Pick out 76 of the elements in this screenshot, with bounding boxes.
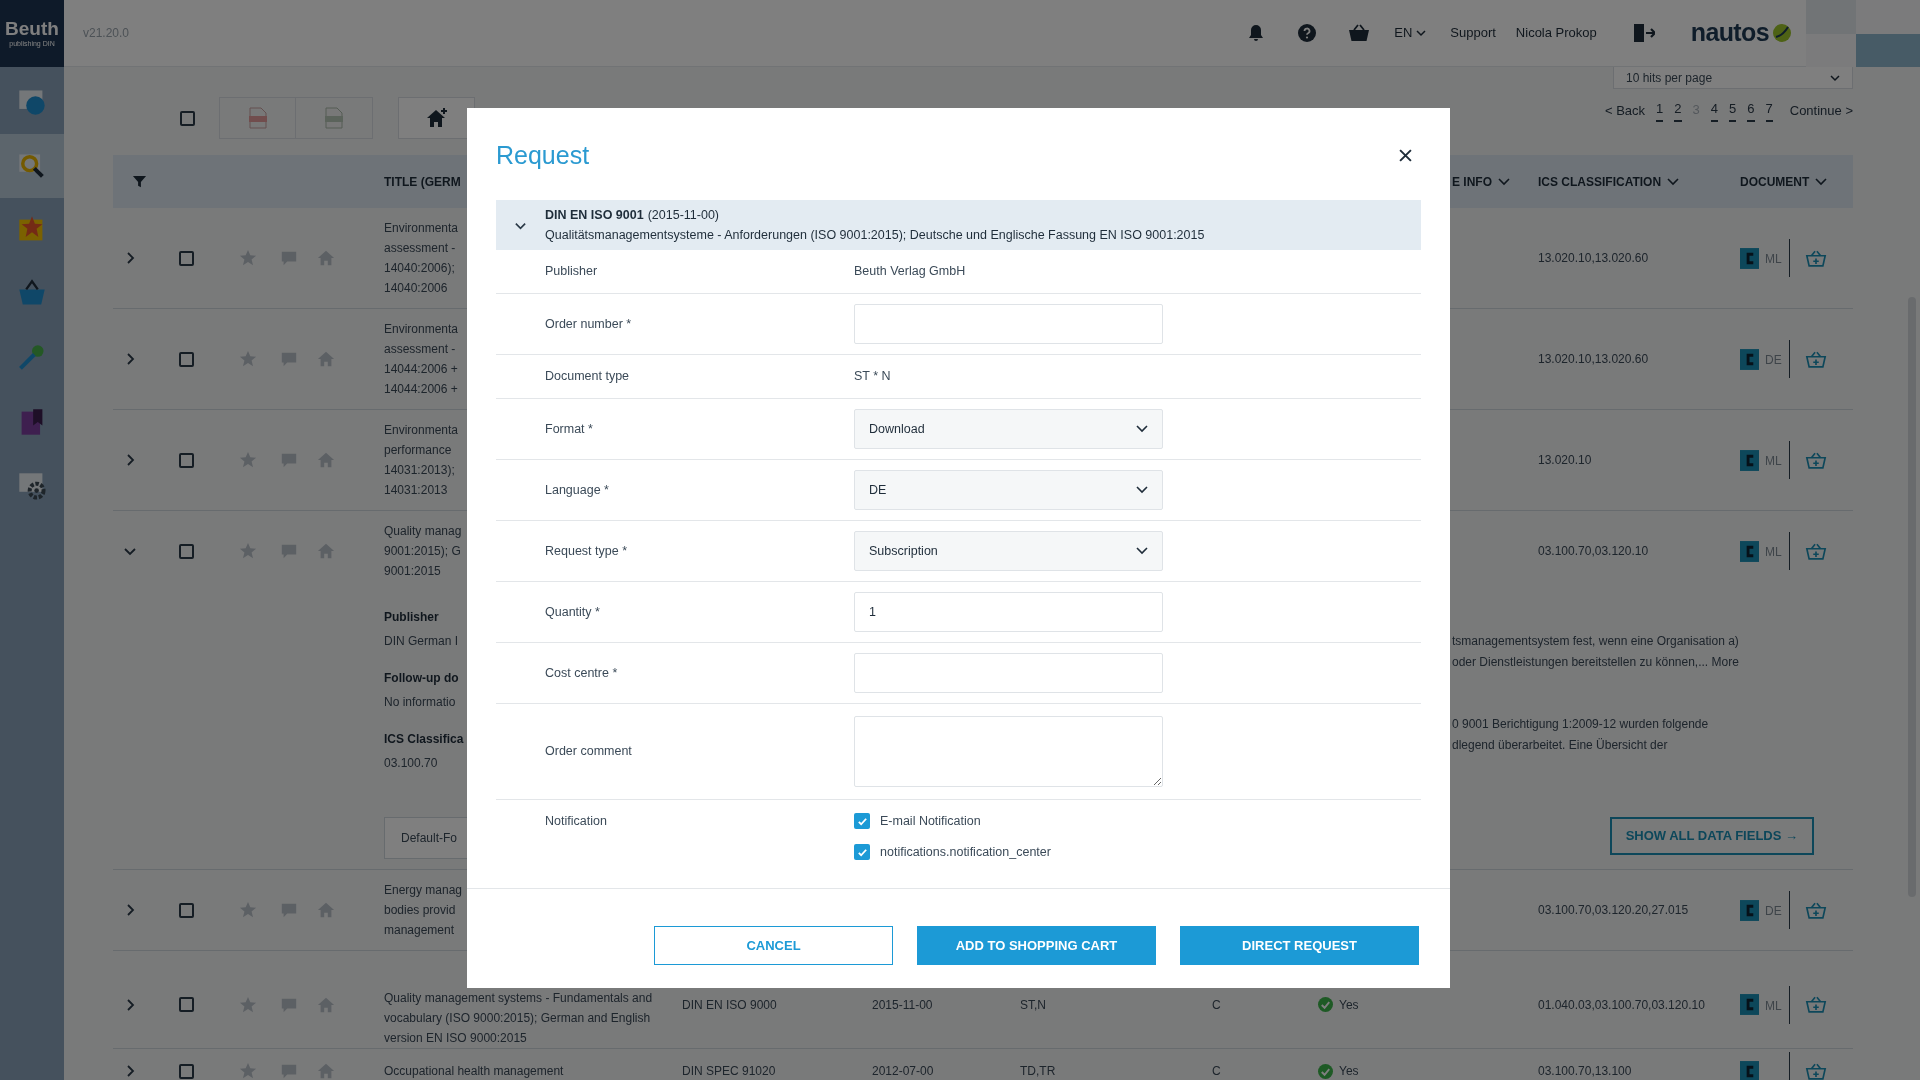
document-date: (2015-11-00) xyxy=(647,207,719,224)
hits-per-page-dropdown[interactable]: 10 hits per page xyxy=(1613,67,1853,89)
input-field[interactable]: 1 xyxy=(854,592,1163,632)
detail-heading: ICS Classifica xyxy=(384,731,464,748)
detail-text: 03.100.70 xyxy=(384,755,438,772)
checkbox-label: notifications.notification_center xyxy=(880,843,1051,861)
language-tag: ML xyxy=(1765,998,1782,1013)
page-link[interactable]: 5 xyxy=(1729,99,1737,122)
continue-link[interactable]: Continue > xyxy=(1789,100,1853,120)
detail-heading: Follow-up do xyxy=(384,670,459,687)
page-link[interactable]: 4 xyxy=(1710,99,1719,122)
ics-text: 13.020.10,13.020.60 xyxy=(1538,251,1649,265)
show-all-fields-button[interactable]: SHOW ALL DATA FIELDS → xyxy=(1609,817,1814,855)
language-tag: DE xyxy=(1765,353,1782,367)
detail-text: DIN German I xyxy=(384,633,458,650)
document-number: DIN SPEC 91020 xyxy=(682,1064,776,1078)
description-text: 0 9001 Berichtigung 1:2009-12 wurden folgende dlegend überarbeitet. Eine Übersicht der xyxy=(1452,716,1710,754)
language-tag: ML xyxy=(1765,252,1782,266)
field-label: Format * xyxy=(544,420,594,438)
field-value: Beuth Verlag GmbH xyxy=(854,263,966,281)
select-dropdown[interactable]: Download xyxy=(854,409,1163,449)
ics-text: 03.100.70,03.120.20,27.015 xyxy=(1538,903,1689,917)
field-value: ST * N xyxy=(854,368,891,386)
language-tag: ML xyxy=(1765,454,1782,468)
field-label: Publisher xyxy=(544,263,599,281)
primary-button[interactable]: ADD TO SHOPPING CART xyxy=(917,926,1156,965)
page-link[interactable]: 1 xyxy=(1656,99,1664,122)
page-link[interactable]: 6 xyxy=(1747,99,1755,122)
class-text: C xyxy=(1212,1064,1221,1078)
field-label: Cost centre * xyxy=(544,664,619,682)
select-dropdown[interactable]: DE xyxy=(854,470,1163,510)
document-title: Qualitätsmanagementsysteme - Anforderungen (ISO 9001:2015); Deutsche und Englische Fassung EN ISO 9001:2015 xyxy=(545,227,1205,244)
ics-text: 03.100.70,13.100 xyxy=(1538,1064,1632,1078)
primary-button[interactable]: DIRECT REQUEST xyxy=(1180,926,1419,965)
detail-heading: Publisher xyxy=(384,609,439,626)
availability-text: Yes xyxy=(1339,1063,1359,1080)
ics-text: 13.020.10,13.020.60 xyxy=(1538,352,1649,366)
support-link[interactable]: Support xyxy=(1450,23,1496,43)
user-name-link[interactable]: Nicola Prokop xyxy=(1515,23,1597,43)
ics-text: 03.100.70,03.120.10 xyxy=(1538,544,1649,558)
class-text: C xyxy=(1212,997,1221,1012)
dialog-title: Request xyxy=(496,140,590,170)
more-link[interactable]: More xyxy=(1711,655,1739,669)
description-text: tsmanagementsystem fest, wenn eine Organisation a) oder Dienstleistungen bereitstellen zu können,... More xyxy=(1452,633,1740,671)
availability-text: Yes xyxy=(1339,996,1359,1014)
field-label: Language * xyxy=(544,481,610,499)
title-text[interactable]: Occupational health management xyxy=(384,1061,682,1080)
page-link[interactable]: 7 xyxy=(1765,99,1773,122)
type-text: ST,N xyxy=(1020,997,1046,1012)
field-label: Order comment xyxy=(544,743,633,761)
brand-logo[interactable]: nautos xyxy=(1690,14,1792,52)
date-text: 2015-11-00 xyxy=(872,997,933,1012)
detail-text: No informatio xyxy=(384,694,456,711)
language-tag: DE xyxy=(1765,904,1782,918)
document-number: DIN EN ISO 9000 xyxy=(682,997,777,1012)
back-link[interactable]: < Back xyxy=(1605,100,1646,120)
field-label: Notification xyxy=(544,813,608,830)
column-header[interactable]: ICS CLASSIFICATION xyxy=(1538,172,1740,191)
field-label: Document type xyxy=(544,368,631,386)
field-label: Quantity * xyxy=(544,603,601,621)
language-dropdown[interactable]: EN xyxy=(1394,23,1427,43)
page-link[interactable]: 2 xyxy=(1674,99,1682,122)
column-header[interactable]: E INFO xyxy=(1318,172,1538,191)
document-header[interactable]: DIN EN ISO 9001 (2015-11-00) Qualitätsmanagementsysteme - Anforderungen (ISO 9001:2015); Deutsche und Englische Fassung EN ISO 9001:2015 xyxy=(496,200,1421,250)
field-label: Request type * xyxy=(544,542,628,560)
field-label: Order number * xyxy=(544,315,633,333)
type-text: TD,TR xyxy=(1020,1064,1056,1078)
document-number: DIN EN ISO 9001 xyxy=(545,207,644,224)
select-dropdown[interactable]: Subscription xyxy=(854,531,1163,571)
language-tag: ML xyxy=(1765,545,1782,559)
date-text: 2012-07-00 xyxy=(872,1064,934,1078)
cancel-button[interactable]: CANCEL xyxy=(654,926,893,965)
ics-text: 01.040.03,03.100.70,03.120.10 xyxy=(1538,997,1705,1012)
checkbox-label: E-mail Notification xyxy=(880,813,981,830)
ics-text: 13.020.10 xyxy=(1538,453,1592,467)
column-header[interactable]: DOCUMENT xyxy=(1740,172,1853,191)
